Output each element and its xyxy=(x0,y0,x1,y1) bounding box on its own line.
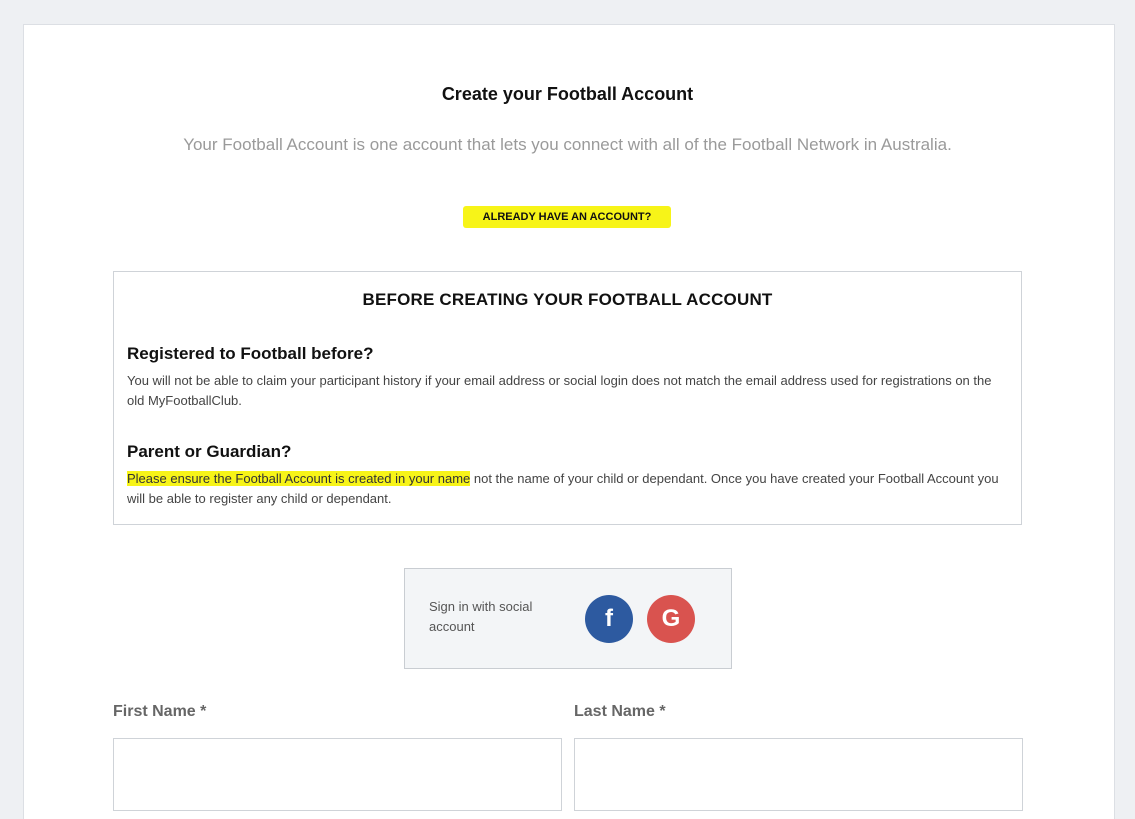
first-name-input[interactable] xyxy=(113,738,562,811)
last-name-label: Last Name * xyxy=(574,703,666,720)
facebook-icon: f xyxy=(605,605,613,632)
google-signin-button[interactable]: G xyxy=(647,595,695,643)
last-name-input[interactable] xyxy=(574,738,1023,811)
page-subtitle: Your Football Account is one account tha… xyxy=(183,135,952,154)
parent-guardian-title: Parent or Guardian? xyxy=(127,442,292,461)
registered-before-text: You will not be able to claim your parti… xyxy=(127,373,992,408)
parent-guardian-text: Please ensure the Football Account is cr… xyxy=(127,469,1007,509)
social-signin-text: Sign in with social account xyxy=(429,599,533,634)
google-icon: G xyxy=(661,605,681,632)
registered-before-title: Registered to Football before? xyxy=(127,344,374,363)
info-box: BEFORE CREATING YOUR FOOTBALL ACCOUNT Re… xyxy=(113,271,1022,525)
page-title: Create your Football Account xyxy=(441,84,694,104)
facebook-signin-button[interactable]: f xyxy=(585,595,633,643)
already-have-account-link[interactable]: ALREADY HAVE AN ACCOUNT? xyxy=(463,206,671,228)
parent-guardian-highlight: Please ensure the Football Account is cr… xyxy=(127,471,471,486)
info-box-heading: BEFORE CREATING YOUR FOOTBALL ACCOUNT xyxy=(362,290,773,309)
first-name-label: First Name * xyxy=(113,703,207,720)
page: Create your Football Account Your Footba… xyxy=(0,0,1135,819)
social-signin-panel: Sign in with social account f G xyxy=(404,568,732,669)
